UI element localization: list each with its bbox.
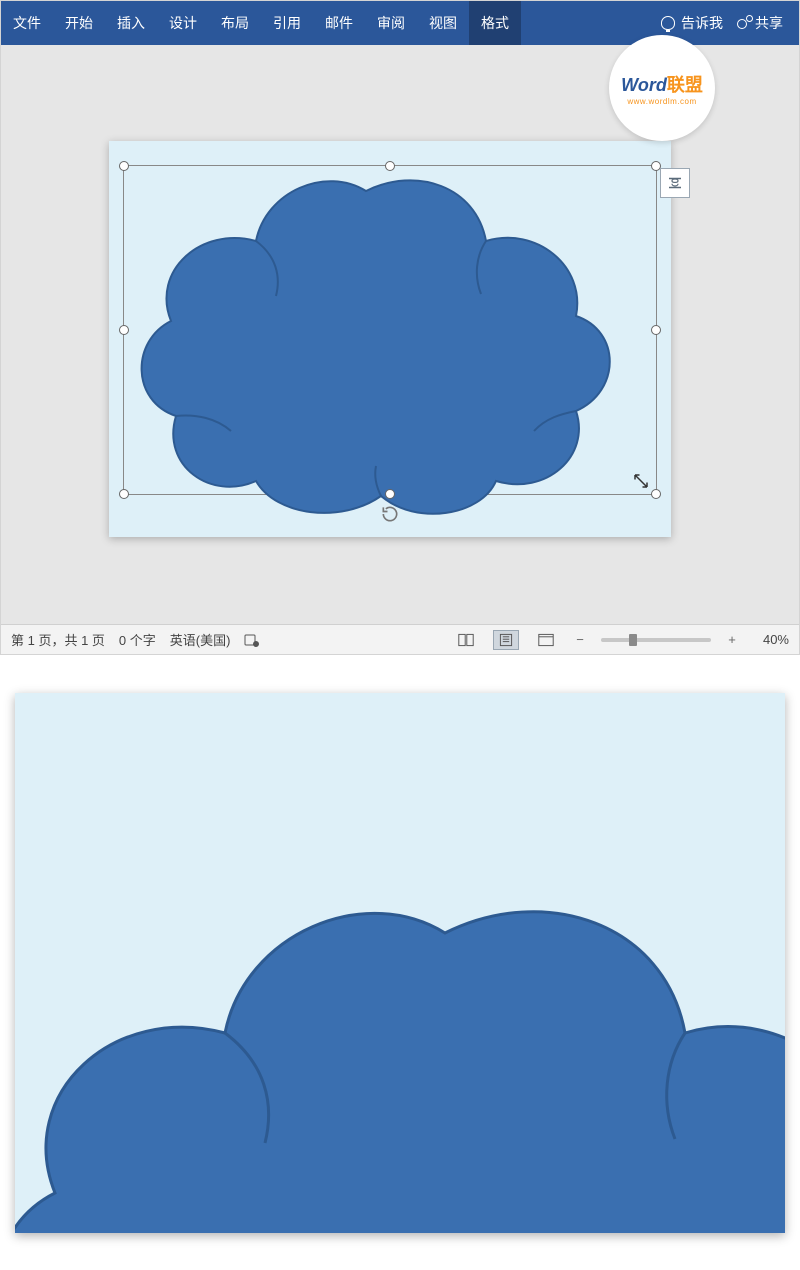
tab-design[interactable]: 设计 (157, 1, 209, 45)
tab-home[interactable]: 开始 (53, 1, 105, 45)
page (109, 141, 671, 537)
rotate-handle[interactable] (380, 504, 400, 524)
tell-me-button[interactable]: 告诉我 (661, 13, 723, 33)
resize-handle-n[interactable] (385, 161, 395, 171)
cloud-shape-large (15, 863, 785, 1233)
status-words[interactable]: 0 个字 (119, 630, 156, 649)
view-web-layout[interactable] (533, 630, 559, 650)
resize-cursor-icon (632, 472, 650, 490)
zoom-slider[interactable] (601, 638, 711, 642)
share-icon (737, 16, 751, 30)
zoom-out-button[interactable]: − (573, 632, 587, 647)
tab-view[interactable]: 视图 (417, 1, 469, 45)
shape-selection-box[interactable] (123, 165, 657, 495)
zoom-slider-thumb[interactable] (629, 634, 637, 646)
status-page[interactable]: 第 1 页，共 1 页 (11, 630, 105, 649)
macro-record-icon[interactable] (244, 632, 260, 648)
tell-me-label: 告诉我 (681, 13, 723, 33)
view-read-mode[interactable] (453, 630, 479, 650)
tab-layout[interactable]: 布局 (209, 1, 261, 45)
status-bar: 第 1 页，共 1 页 0 个字 英语(美国) − + 40% (1, 624, 799, 654)
tab-review[interactable]: 审阅 (365, 1, 417, 45)
watermark-subtitle: www.wordlm.com (627, 97, 696, 106)
tab-file[interactable]: 文件 (1, 1, 53, 45)
resize-handle-e[interactable] (651, 325, 661, 335)
zoom-percentage[interactable]: 40% (753, 632, 789, 647)
status-language[interactable]: 英语(美国) (170, 630, 231, 649)
resize-handle-sw[interactable] (119, 489, 129, 499)
resize-handle-w[interactable] (119, 325, 129, 335)
word-window: 文件 开始 插入 设计 布局 引用 邮件 审阅 视图 格式 告诉我 共享 Wor… (0, 0, 800, 655)
share-label: 共享 (755, 13, 783, 33)
tab-format[interactable]: 格式 (469, 1, 521, 45)
tab-mailings[interactable]: 邮件 (313, 1, 365, 45)
enlarged-preview (15, 693, 785, 1233)
resize-handle-se[interactable] (651, 489, 661, 499)
layout-options-button[interactable] (660, 168, 690, 198)
tab-references[interactable]: 引用 (261, 1, 313, 45)
watermark-title: Word联盟 (621, 71, 703, 97)
watermark-badge: Word联盟 www.wordlm.com (609, 35, 715, 141)
tab-insert[interactable]: 插入 (105, 1, 157, 45)
resize-handle-s[interactable] (385, 489, 395, 499)
resize-handle-nw[interactable] (119, 161, 129, 171)
share-button[interactable]: 共享 (737, 13, 783, 33)
view-print-layout[interactable] (493, 630, 519, 650)
zoom-in-button[interactable]: + (725, 632, 739, 647)
lightbulb-icon (661, 16, 675, 30)
